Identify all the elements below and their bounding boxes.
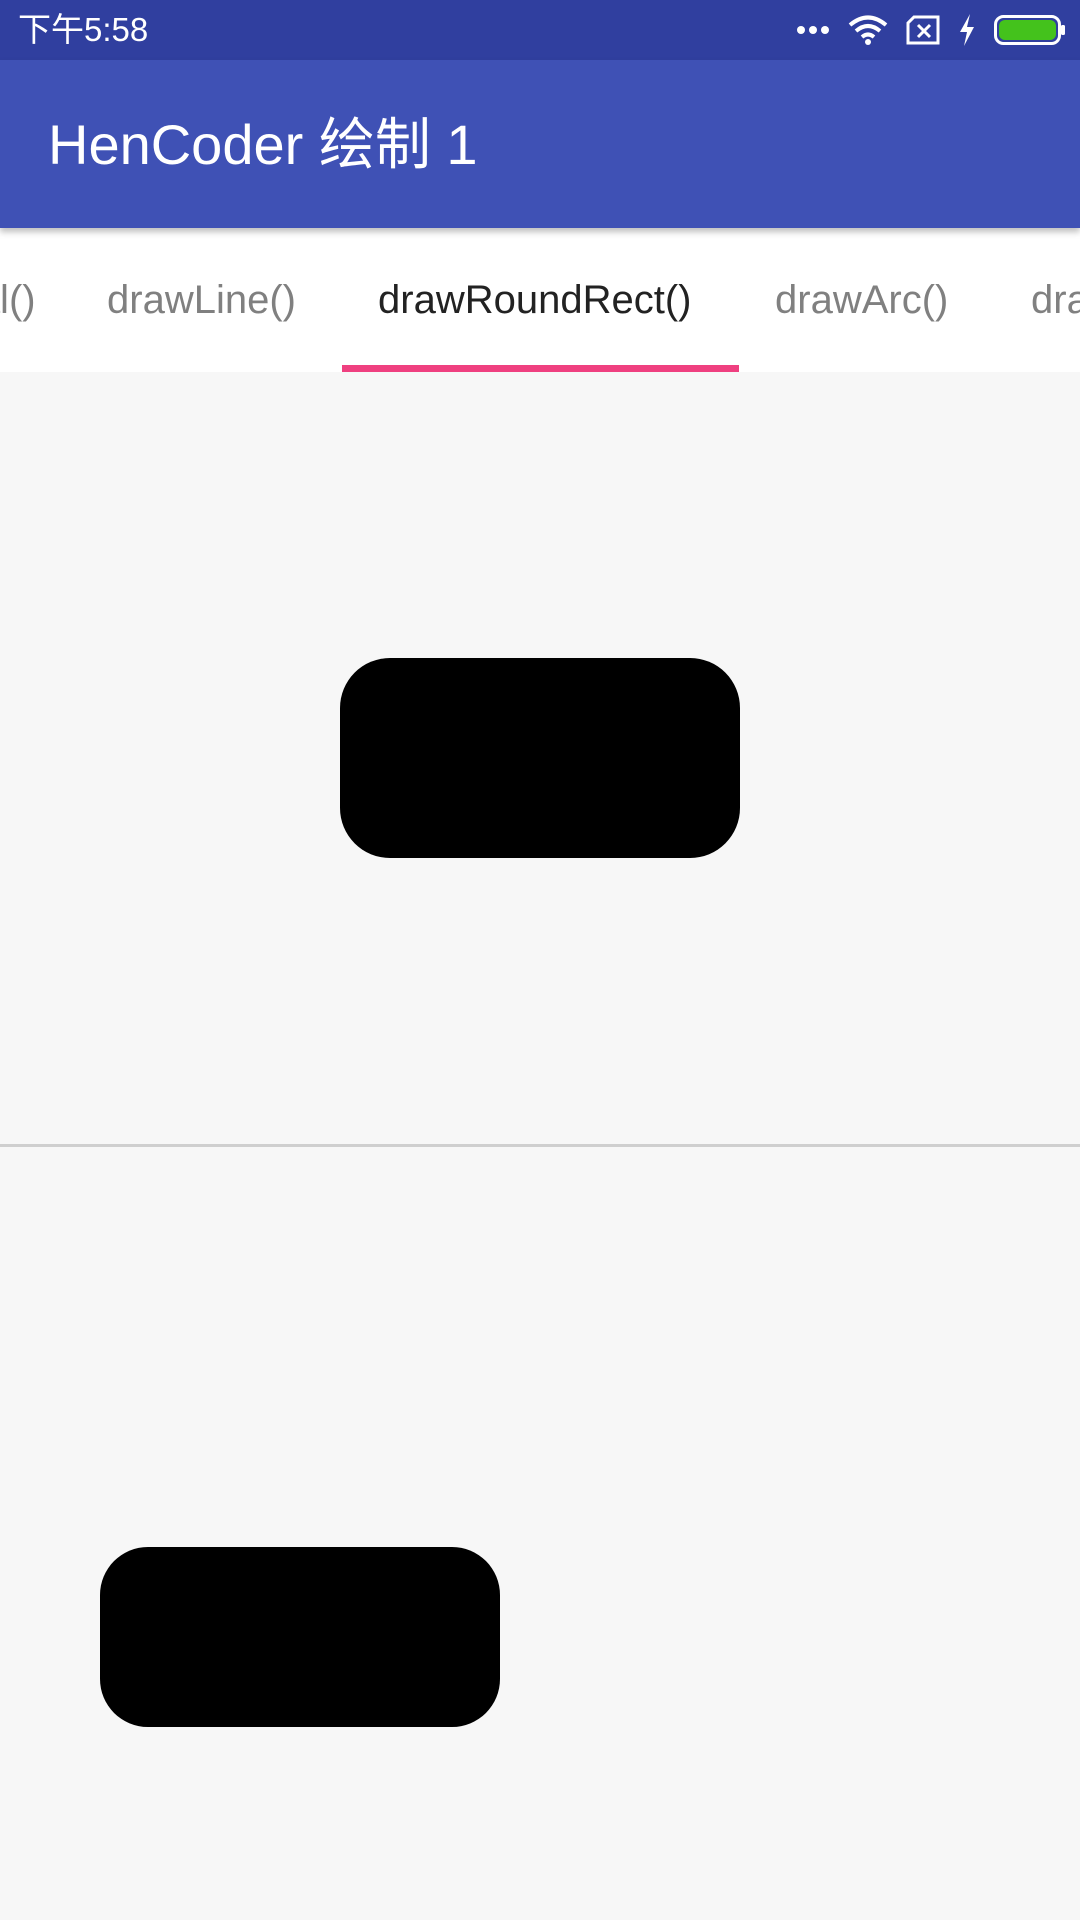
canvas-panel-top [0,372,1080,1144]
no-sim-icon [906,15,940,45]
app-title: HenCoder 绘制 1 [48,113,478,176]
status-bar: 下午5:58 [0,0,1080,60]
wifi-icon [848,14,888,46]
content-area [0,372,1080,1920]
charging-bolt-icon [958,14,976,46]
tab-draw-path[interactable]: drawPath() [1031,228,1080,372]
round-rect-shape-2 [100,1547,500,1727]
tab-draw-arc[interactable]: drawArc() [775,228,948,372]
tab-indicator [342,365,739,372]
canvas-panel-bottom [0,1147,1080,1920]
status-time: 下午5:58 [18,11,149,48]
status-icons [796,10,1066,50]
tab-bar[interactable]: drawOval() drawLine() drawRoundRect() dr… [0,228,1080,372]
screen: 下午5:58 HenCoder 绘制 1 l() drawLine() draw… [0,0,1080,1920]
tab-draw-oval[interactable]: drawOval() [0,228,36,372]
tab-draw-round-rect[interactable]: drawRoundRect() [378,228,691,372]
battery-icon [994,15,1066,45]
tab-draw-line[interactable]: drawLine() [107,228,296,372]
app-bar: HenCoder 绘制 1 [0,60,1080,228]
more-dots-icon [796,25,830,35]
round-rect-shape-1 [340,658,740,858]
